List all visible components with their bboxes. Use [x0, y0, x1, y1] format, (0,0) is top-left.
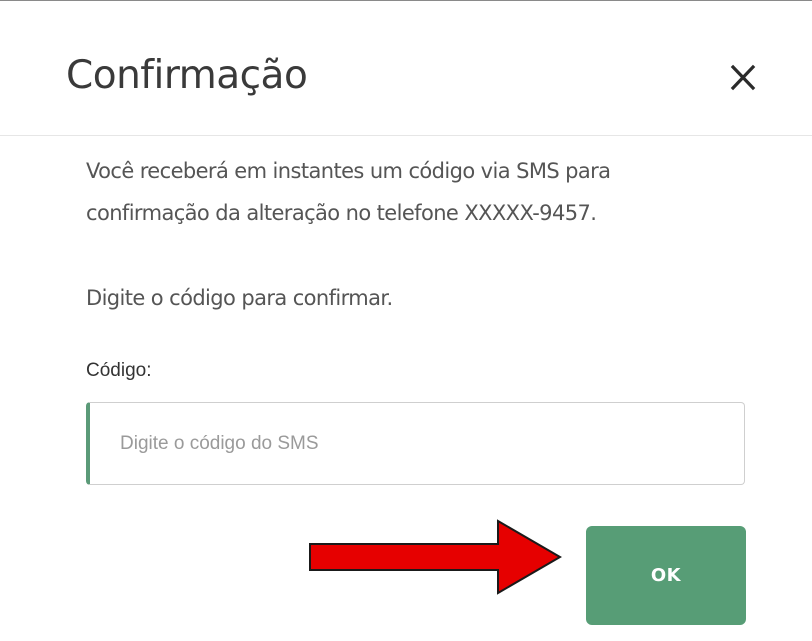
dialog-header: Confirmação [0, 1, 812, 136]
sms-code-input[interactable] [86, 402, 745, 485]
sms-message-line-2: confirmação da alteração no telefone XXX… [86, 201, 597, 225]
red-arrow-right-icon [309, 519, 562, 595]
confirmation-dialog: Confirmação Você receberá em instantes u… [0, 0, 812, 641]
dialog-title: Confirmação [66, 53, 308, 98]
ok-button[interactable]: OK [586, 526, 746, 625]
code-label: Código: [86, 360, 152, 381]
close-icon [730, 64, 756, 91]
instruction-text: Digite o código para confirmar. [86, 286, 393, 310]
close-button[interactable] [722, 57, 764, 99]
sms-message-line-1: Você receberá em instantes um código via… [86, 159, 611, 183]
